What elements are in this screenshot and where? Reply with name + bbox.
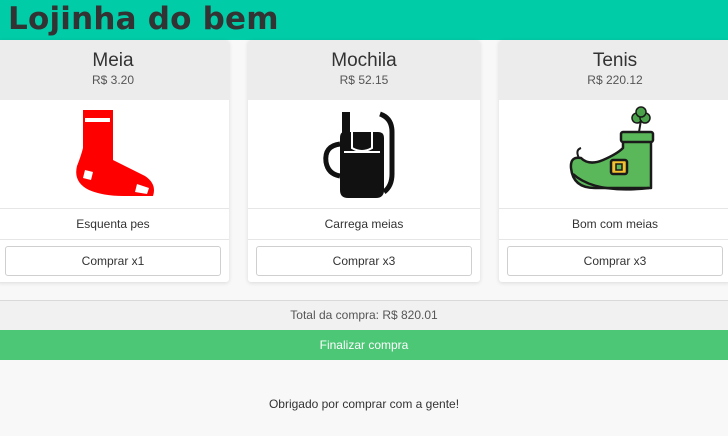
card-header: Mochila R$ 52.15: [248, 40, 480, 100]
product-price: R$ 52.15: [339, 73, 389, 87]
product-card-meia: Meia R$ 3.20 Esquenta pes Comprar x1: [0, 40, 229, 282]
product-description: Carrega meias: [248, 209, 480, 240]
product-name: Meia: [92, 50, 134, 71]
card-footer: Comprar x3: [248, 240, 480, 282]
product-list: Meia R$ 3.20 Esquenta pes Comprar x1 Moc…: [0, 40, 728, 284]
buy-button-meia[interactable]: Comprar x1: [5, 246, 221, 276]
backpack-icon: [323, 111, 395, 198]
product-price: R$ 3.20: [91, 73, 135, 87]
buy-button-tenis[interactable]: Comprar x3: [507, 246, 723, 276]
product-image: [499, 100, 728, 209]
product-name: Tenis: [592, 50, 638, 71]
buy-button-mochila[interactable]: Comprar x3: [256, 246, 472, 276]
product-card-tenis: Tenis R$ 220.12 Bom com meias Comprar x3: [499, 40, 728, 282]
leprechaun-shoe-icon: [569, 106, 655, 191]
product-card-mochila: Mochila R$ 52.15 Carrega meias Comprar x…: [248, 40, 480, 282]
sock-icon: [76, 110, 154, 196]
card-footer: Comprar x3: [499, 240, 728, 282]
thank-you-message: Obrigado por comprar com a gente!: [268, 397, 460, 411]
app-header: Lojinha do bem: [0, 0, 728, 40]
product-image: [248, 100, 480, 209]
product-image: [0, 100, 229, 209]
store-title: Lojinha do bem: [8, 1, 279, 37]
card-header: Meia R$ 3.20: [0, 40, 229, 100]
card-footer: Comprar x1: [0, 240, 229, 282]
product-description: Bom com meias: [499, 209, 728, 240]
finish-purchase-button[interactable]: Finalizar compra: [0, 330, 728, 360]
cart-total: Total da compra: R$ 820.01: [0, 300, 728, 330]
product-description: Esquenta pes: [0, 209, 229, 240]
card-header: Tenis R$ 220.12: [499, 40, 728, 100]
product-price: R$ 220.12: [587, 73, 643, 87]
product-name: Mochila: [331, 50, 397, 71]
